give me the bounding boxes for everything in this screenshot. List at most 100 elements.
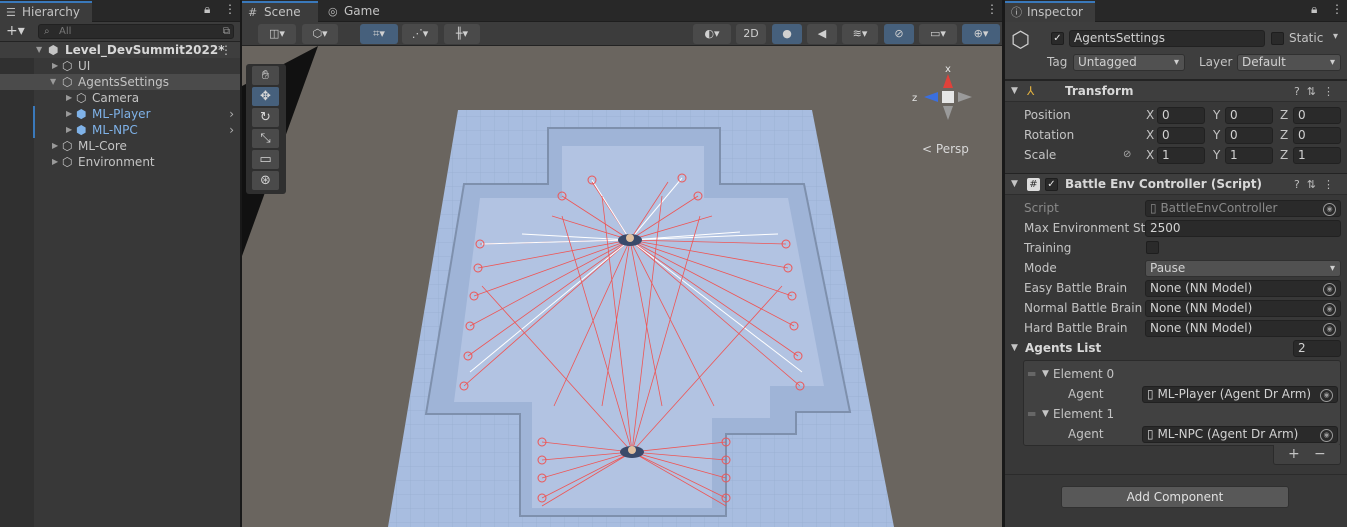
draw-mode-button[interactable]: ◫▾	[258, 24, 296, 44]
element-0-agent-field[interactable]: ▯ ML-Player (Agent Dr Arm) ◉	[1142, 386, 1338, 403]
hierarchy-item-ml-player[interactable]: ▶ ⬢ ML-Player ›	[0, 106, 240, 122]
collapsed-arrow-icon[interactable]: ▶	[52, 58, 58, 74]
hierarchy-item-camera[interactable]: ▶ ⬡ Camera	[0, 90, 240, 106]
scene-root-row[interactable]: ▼ ⬢ Level_DevSummit2022* ⋮	[0, 42, 240, 58]
element-0-row[interactable]: ═ ▼ Element 0	[1024, 364, 1340, 384]
rotate-tool[interactable]: ↻	[252, 108, 279, 127]
tag-dropdown[interactable]: Untagged	[1073, 54, 1185, 71]
scene-viewport[interactable]: ✋︎ ✥ ↻ ⤡ ▭ ⊛ x z < Persp	[242, 46, 1002, 527]
increment-snap-button[interactable]: ⋰▾	[402, 24, 438, 44]
hierarchy-item-environment[interactable]: ▶ ⬡ Environment	[0, 154, 240, 170]
hierarchy-item-ml-core[interactable]: ▶ ⬡ ML-Core	[0, 138, 240, 154]
component-menu-icons[interactable]: ?⇅⋮	[1294, 174, 1341, 195]
rotation-x-field[interactable]: 0	[1157, 127, 1205, 144]
constrain-link-icon[interactable]: ⊘	[1123, 145, 1131, 165]
position-x-field[interactable]: 0	[1157, 107, 1205, 124]
rotation-z-field[interactable]: 0	[1293, 127, 1341, 144]
more-menu-icon[interactable]: ⋮	[986, 2, 998, 16]
rotation-y-field[interactable]: 0	[1225, 127, 1273, 144]
audio-button[interactable]: ◀︎	[807, 24, 837, 44]
scale-z-field[interactable]: 1	[1293, 147, 1341, 164]
gizmos-button[interactable]: ⊕▾	[962, 24, 1000, 44]
toggle-2d-button[interactable]: 2D	[736, 24, 766, 44]
tab-scene[interactable]: # Scene	[242, 1, 318, 22]
tab-hierarchy[interactable]: ☰ Hierarchy	[0, 1, 92, 22]
expand-arrow-icon[interactable]: ▼	[50, 74, 56, 90]
easy-brain-field[interactable]: None (NN Model) ◉	[1145, 280, 1341, 297]
rect-tool[interactable]: ▭	[252, 150, 279, 169]
tab-inspector[interactable]: ⓘ Inspector	[1005, 1, 1095, 22]
tab-game[interactable]: ◎ Game	[322, 1, 392, 22]
effects-button[interactable]: ≋▾	[842, 24, 878, 44]
projection-toggle[interactable]: < Persp	[922, 142, 969, 156]
foldout-arrow-icon[interactable]: ▼	[1011, 174, 1018, 195]
render-mode-button[interactable]: ⬡▾	[302, 24, 338, 44]
hierarchy-item-ml-npc[interactable]: ▶ ⬢ ML-NPC ›	[0, 122, 240, 138]
ruler-button[interactable]: ╫▾	[444, 24, 480, 44]
add-icon[interactable]: +▾	[6, 22, 25, 41]
layer-dropdown[interactable]: Default	[1237, 54, 1341, 71]
collapsed-arrow-icon[interactable]: ▶	[52, 138, 58, 154]
more-menu-icon[interactable]: ⋮	[1331, 2, 1343, 16]
object-picker-icon[interactable]: ◉	[1320, 389, 1333, 402]
static-checkbox[interactable]	[1271, 32, 1284, 45]
scale-y-field[interactable]: 1	[1225, 147, 1273, 164]
remove-element-button[interactable]: −	[1314, 445, 1326, 463]
normal-brain-field[interactable]: None (NN Model) ◉	[1145, 300, 1341, 317]
mode-dropdown[interactable]: Pause	[1145, 260, 1341, 277]
collapsed-arrow-icon[interactable]: ▶	[66, 106, 72, 122]
training-checkbox[interactable]	[1146, 241, 1159, 254]
element-1-agent-field[interactable]: ▯ ML-NPC (Agent Dr Arm) ◉	[1142, 426, 1338, 443]
open-prefab-icon[interactable]: ›	[229, 106, 234, 122]
visibility-button[interactable]: ⊘	[884, 24, 914, 44]
object-name-field[interactable]: AgentsSettings	[1069, 30, 1265, 47]
more-menu-icon[interactable]: ⋮	[224, 2, 236, 16]
script-component-header[interactable]: ▼ # ✓ Battle Env Controller (Script) ?⇅⋮	[1005, 173, 1347, 195]
object-picker-icon[interactable]: ◉	[1323, 203, 1336, 216]
object-picker-icon[interactable]: ◉	[1323, 303, 1336, 316]
hierarchy-item-ui[interactable]: ▶ ⬡ UI	[0, 58, 240, 74]
scene-menu-icon[interactable]: ⋮	[220, 42, 232, 58]
shading-button[interactable]: ◐▾	[693, 24, 731, 44]
foldout-arrow-icon[interactable]: ▼	[1011, 81, 1018, 102]
object-picker-icon[interactable]: ◉	[1323, 323, 1336, 336]
add-element-button[interactable]: +	[1288, 445, 1300, 463]
orientation-gizmo[interactable]: x z	[910, 64, 986, 134]
transform-tool[interactable]: ⊛	[252, 171, 279, 190]
lock-icon[interactable]: 🔒︎	[204, 2, 210, 17]
agents-count-field[interactable]: 2	[1293, 340, 1341, 357]
grid-snap-button[interactable]: ⌗▾	[360, 24, 398, 44]
move-tool[interactable]: ✥	[252, 87, 279, 106]
expand-arrow-icon[interactable]: ▼	[36, 42, 42, 58]
active-checkbox[interactable]: ✓	[1051, 32, 1064, 45]
agents-list-row[interactable]: ▼ Agents List 2	[1005, 338, 1347, 358]
foldout-arrow-icon[interactable]: ▼	[1042, 404, 1049, 424]
open-prefab-icon[interactable]: ›	[229, 122, 234, 138]
foldout-arrow-icon[interactable]: ▼	[1011, 338, 1018, 358]
collapsed-arrow-icon[interactable]: ▶	[66, 122, 72, 138]
component-enabled-checkbox[interactable]: ✓	[1045, 178, 1058, 191]
hierarchy-item-agentssettings[interactable]: ▼ ⬡ AgentsSettings	[0, 74, 240, 90]
transform-header[interactable]: ▼ ⅄ Transform ?⇅⋮	[1005, 80, 1347, 102]
camera-button[interactable]: ▭▾	[919, 24, 957, 44]
static-dropdown-icon[interactable]: ▾	[1333, 31, 1338, 42]
collapsed-arrow-icon[interactable]: ▶	[66, 90, 72, 106]
element-1-row[interactable]: ═ ▼ Element 1	[1024, 404, 1340, 424]
max-steps-field[interactable]: 2500	[1145, 220, 1341, 237]
drag-handle-icon[interactable]: ═	[1028, 404, 1035, 424]
position-z-field[interactable]: 0	[1293, 107, 1341, 124]
scale-x-field[interactable]: 1	[1157, 147, 1205, 164]
add-component-button[interactable]: Add Component	[1061, 486, 1289, 508]
filter-icon[interactable]: ⧉	[223, 25, 230, 38]
foldout-arrow-icon[interactable]: ▼	[1042, 364, 1049, 384]
position-y-field[interactable]: 0	[1225, 107, 1273, 124]
lighting-button[interactable]: ●	[772, 24, 802, 44]
scale-tool[interactable]: ⤡	[252, 129, 279, 148]
lock-icon[interactable]: 🔒︎	[1311, 2, 1317, 17]
hard-brain-field[interactable]: None (NN Model) ◉	[1145, 320, 1341, 337]
hand-tool[interactable]: ✋︎	[252, 66, 279, 85]
object-picker-icon[interactable]: ◉	[1323, 283, 1336, 296]
component-menu-icons[interactable]: ?⇅⋮	[1294, 81, 1341, 102]
drag-handle-icon[interactable]: ═	[1028, 364, 1035, 384]
hierarchy-search-input[interactable]: ⌕ All ⧉	[38, 24, 234, 39]
